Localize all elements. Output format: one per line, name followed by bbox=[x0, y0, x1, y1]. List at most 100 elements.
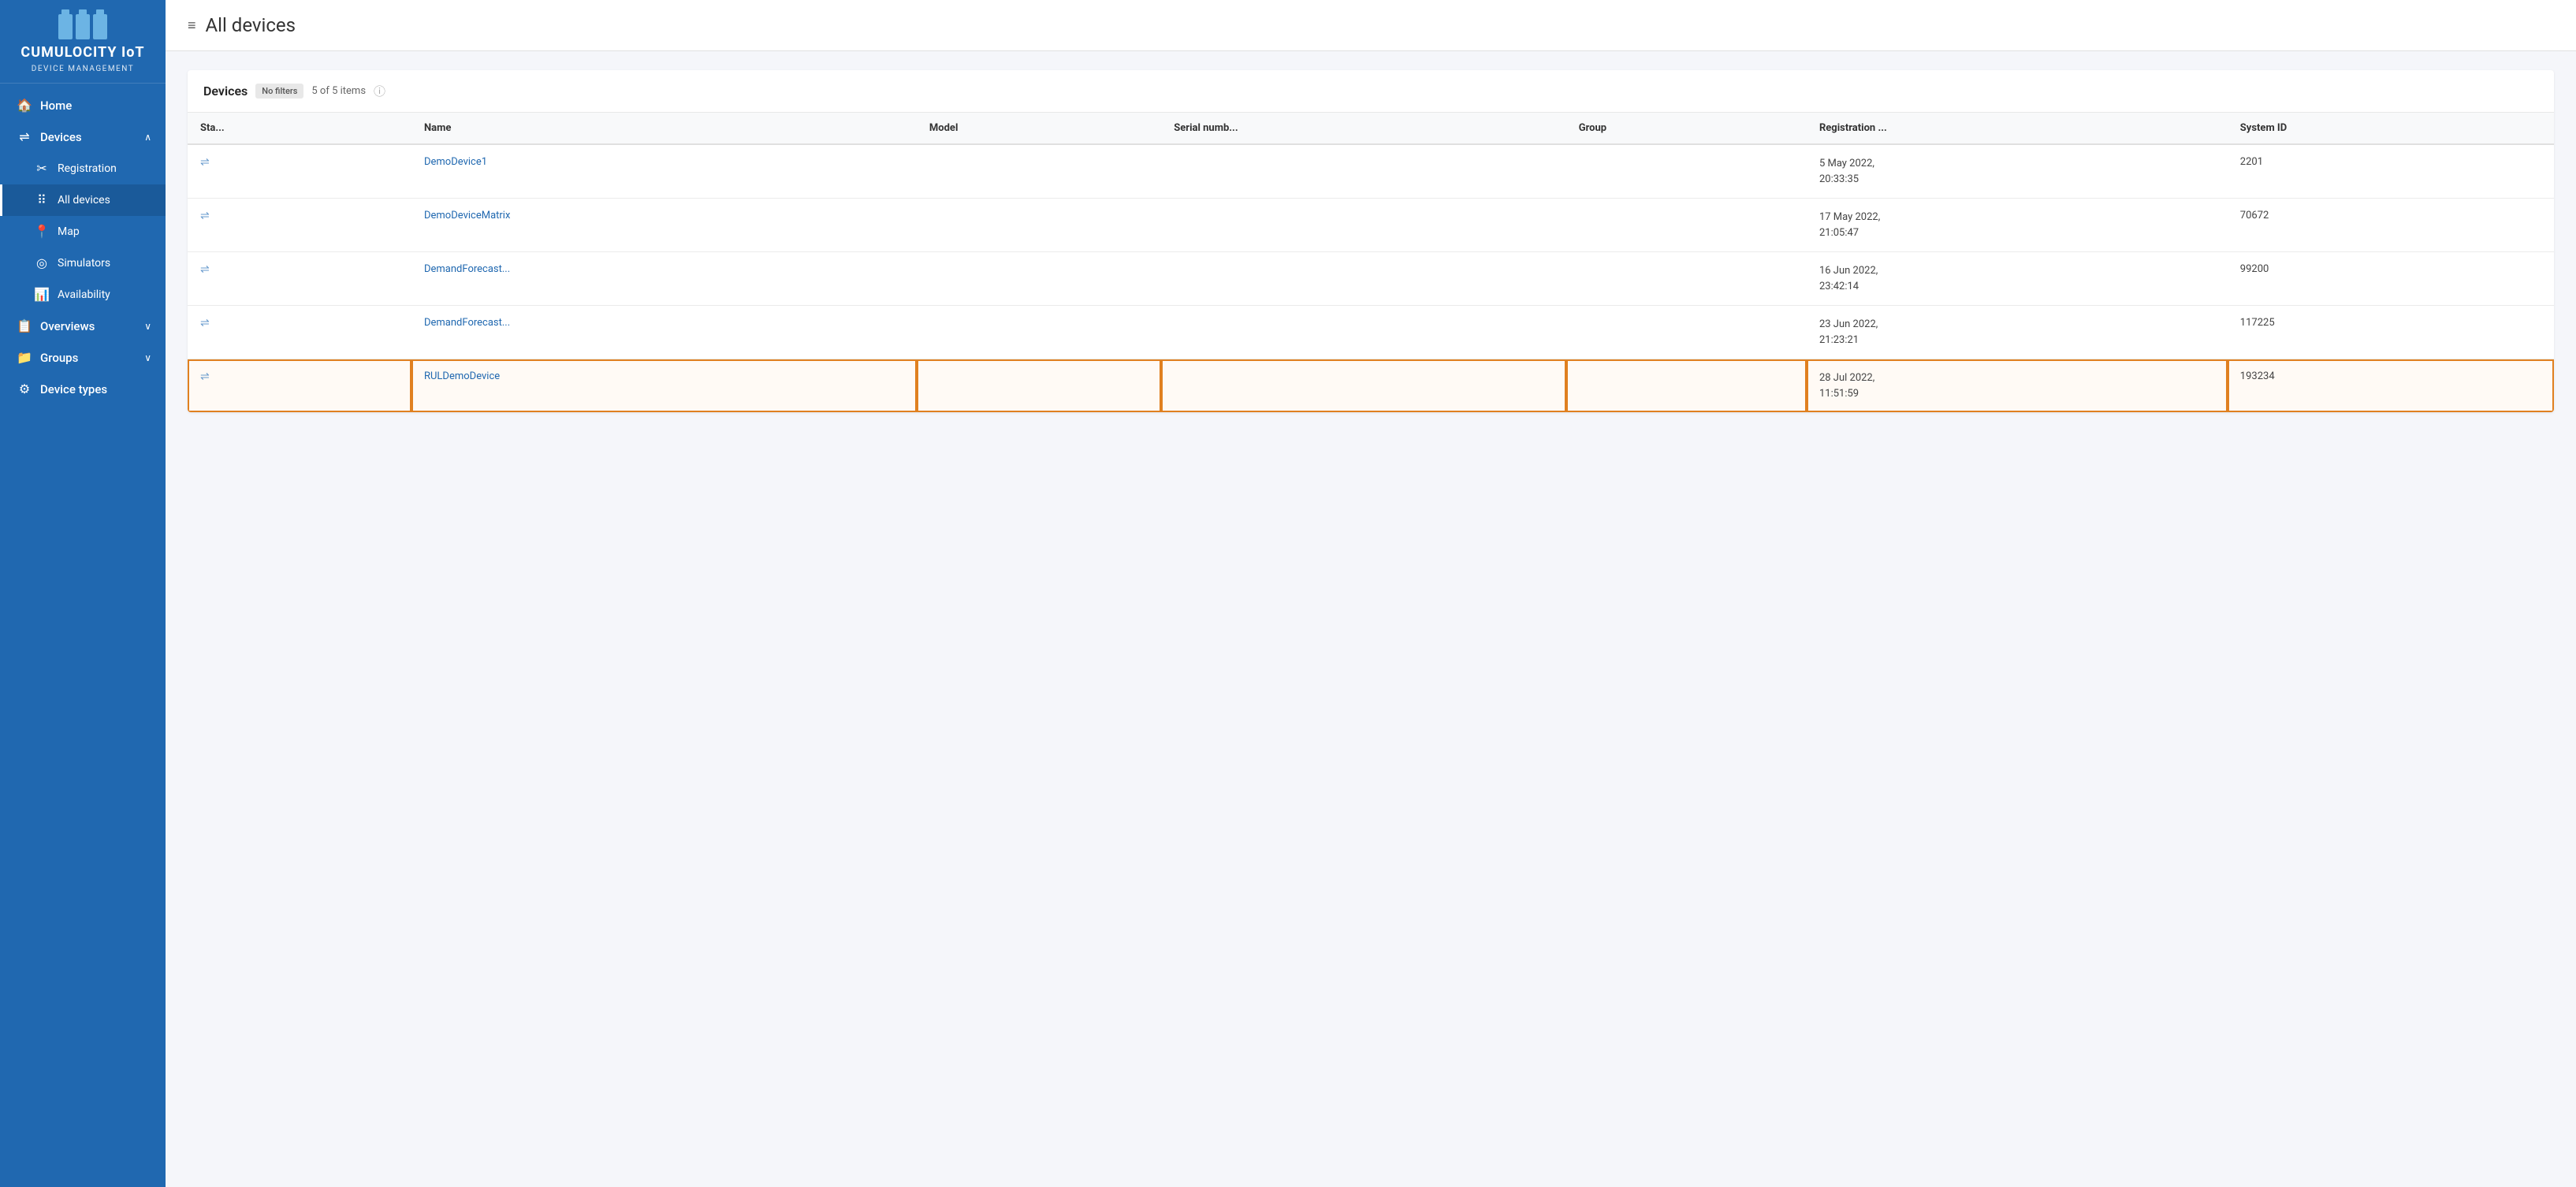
cell-status: ⇌ bbox=[188, 306, 411, 359]
device-name-link[interactable]: RULDemoDevice bbox=[424, 370, 500, 382]
chevron-up-icon: ∧ bbox=[144, 132, 151, 143]
cell-model bbox=[917, 144, 1161, 199]
col-group: Group bbox=[1566, 113, 1807, 144]
table-header-row: Sta... Name Model Serial numb... Group R… bbox=[188, 113, 2554, 144]
sidebar-label-map: Map bbox=[58, 225, 80, 238]
cell-group bbox=[1566, 252, 1807, 306]
sidebar-label-overviews: Overviews bbox=[40, 319, 95, 333]
content-area: Devices No filters 5 of 5 items ⓘ Sta...… bbox=[166, 51, 2576, 1187]
sidebar: CUMULOCITY IoT DEVICE MANAGEMENT 🏠 Home … bbox=[0, 0, 166, 1187]
table-row[interactable]: ⇌ DemoDeviceMatrix 17 May 2022, 21:05:4770… bbox=[188, 199, 2554, 252]
brand-title: CUMULOCITY IoT bbox=[9, 44, 156, 61]
col-model: Model bbox=[917, 113, 1161, 144]
brand-icon bbox=[9, 14, 156, 39]
cell-group bbox=[1566, 144, 1807, 199]
registration-icon: ✂ bbox=[34, 161, 50, 177]
help-icon[interactable]: ⓘ bbox=[374, 83, 385, 99]
table-header: Sta... Name Model Serial numb... Group R… bbox=[188, 113, 2554, 144]
device-name-link[interactable]: DemandForecast... bbox=[424, 317, 510, 329]
overviews-icon: 📋 bbox=[17, 318, 32, 334]
plug-icon-1 bbox=[58, 14, 73, 39]
transfer-icon: ⇌ bbox=[200, 210, 210, 222]
devices-card: Devices No filters 5 of 5 items ⓘ Sta...… bbox=[188, 70, 2554, 412]
cell-system-id: 2201 bbox=[2228, 144, 2554, 199]
device-name-link[interactable]: DemoDeviceMatrix bbox=[424, 210, 510, 221]
devices-table: Sta... Name Model Serial numb... Group R… bbox=[188, 113, 2554, 412]
device-types-icon: ⚙ bbox=[17, 381, 32, 397]
sidebar-item-devices[interactable]: ⇌ Devices ∧ bbox=[0, 121, 166, 153]
table-row[interactable]: ⇌ DemoDevice1 5 May 2022, 20:33:352201 bbox=[188, 144, 2554, 199]
all-devices-icon: ⠿ bbox=[34, 192, 50, 208]
col-serial: Serial numb... bbox=[1161, 113, 1565, 144]
sidebar-item-registration[interactable]: ✂ Registration bbox=[0, 153, 166, 184]
sidebar-item-map[interactable]: 📍 Map bbox=[0, 216, 166, 247]
cell-name[interactable]: DemandForecast... bbox=[411, 306, 917, 359]
sidebar-label-devices: Devices bbox=[40, 130, 82, 144]
table-row[interactable]: ⇌ DemandForecast... 23 Jun 2022, 21:23:211… bbox=[188, 306, 2554, 359]
cell-registration: 5 May 2022, 20:33:35 bbox=[1807, 144, 2228, 199]
chevron-down-icon-overviews: ∨ bbox=[144, 321, 151, 332]
cell-serial bbox=[1161, 306, 1565, 359]
col-name: Name bbox=[411, 113, 917, 144]
cell-serial bbox=[1161, 252, 1565, 306]
transfer-icon: ⇌ bbox=[200, 370, 210, 383]
cell-name[interactable]: DemoDevice1 bbox=[411, 144, 917, 199]
availability-icon: 📊 bbox=[34, 287, 50, 303]
cell-name[interactable]: DemandForecast... bbox=[411, 252, 917, 306]
groups-icon: 📁 bbox=[17, 350, 32, 366]
sidebar-item-device-types[interactable]: ⚙ Device types bbox=[0, 374, 166, 405]
cell-system-id: 99200 bbox=[2228, 252, 2554, 306]
main-content: ≡ All devices Devices No filters 5 of 5 … bbox=[166, 0, 2576, 1187]
cell-registration: 23 Jun 2022, 21:23:21 bbox=[1807, 306, 2228, 359]
sidebar-label-device-types: Device types bbox=[40, 382, 107, 396]
cell-registration: 17 May 2022, 21:05:47 bbox=[1807, 199, 2228, 252]
sidebar-item-home[interactable]: 🏠 Home bbox=[0, 90, 166, 121]
transfer-icon: ⇌ bbox=[200, 156, 210, 169]
sidebar-item-groups[interactable]: 📁 Groups ∨ bbox=[0, 342, 166, 374]
table-row[interactable]: ⇌ RULDemoDevice 28 Jul 2022, 11:51:5919323… bbox=[188, 359, 2554, 413]
cell-system-id: 193234 bbox=[2228, 359, 2554, 413]
transfer-icon: ⇌ bbox=[200, 263, 210, 276]
cell-status: ⇌ bbox=[188, 144, 411, 199]
sidebar-label-all-devices: All devices bbox=[58, 194, 110, 207]
cell-serial bbox=[1161, 199, 1565, 252]
page-header-icon: ≡ bbox=[188, 17, 196, 34]
sidebar-nav: 🏠 Home ⇌ Devices ∧ ✂ Registration ⠿ All … bbox=[0, 84, 166, 1187]
cell-group bbox=[1566, 359, 1807, 413]
device-name-link[interactable]: DemoDevice1 bbox=[424, 156, 487, 168]
map-icon: 📍 bbox=[34, 224, 50, 240]
plug-icon-2 bbox=[76, 14, 90, 39]
cell-model bbox=[917, 359, 1161, 413]
page-title: All devices bbox=[206, 14, 296, 36]
items-count: 5 of 5 items bbox=[311, 85, 366, 97]
cell-name[interactable]: RULDemoDevice bbox=[411, 359, 917, 413]
sidebar-label-home: Home bbox=[40, 99, 72, 113]
home-icon: 🏠 bbox=[17, 98, 32, 113]
cell-system-id: 70672 bbox=[2228, 199, 2554, 252]
devices-section-label: Devices bbox=[203, 84, 248, 99]
sidebar-label-registration: Registration bbox=[58, 162, 117, 175]
sidebar-label-simulators: Simulators bbox=[58, 257, 110, 270]
sidebar-item-simulators[interactable]: ◎ Simulators bbox=[0, 247, 166, 279]
cell-system-id: 117225 bbox=[2228, 306, 2554, 359]
cell-name[interactable]: DemoDeviceMatrix bbox=[411, 199, 917, 252]
cell-group bbox=[1566, 199, 1807, 252]
cell-registration: 28 Jul 2022, 11:51:59 bbox=[1807, 359, 2228, 413]
no-filters-badge[interactable]: No filters bbox=[255, 84, 303, 99]
simulators-icon: ◎ bbox=[34, 255, 50, 271]
cell-status: ⇌ bbox=[188, 252, 411, 306]
table-row[interactable]: ⇌DemandForecast...16 Jun 2022, 23:42:149… bbox=[188, 252, 2554, 306]
sidebar-label-availability: Availability bbox=[58, 288, 110, 301]
col-registration: Registration ... bbox=[1807, 113, 2228, 144]
device-name-link[interactable]: DemandForecast... bbox=[424, 263, 510, 275]
col-status: Sta... bbox=[188, 113, 411, 144]
sidebar-item-availability[interactable]: 📊 Availability bbox=[0, 279, 166, 311]
cell-model bbox=[917, 252, 1161, 306]
transfer-icon: ⇌ bbox=[200, 317, 210, 329]
brand: CUMULOCITY IoT DEVICE MANAGEMENT bbox=[0, 0, 166, 84]
sidebar-item-all-devices[interactable]: ⠿ All devices bbox=[0, 184, 166, 216]
cell-status: ⇌ bbox=[188, 199, 411, 252]
cell-status: ⇌ bbox=[188, 359, 411, 413]
cell-serial bbox=[1161, 144, 1565, 199]
sidebar-item-overviews[interactable]: 📋 Overviews ∨ bbox=[0, 311, 166, 342]
